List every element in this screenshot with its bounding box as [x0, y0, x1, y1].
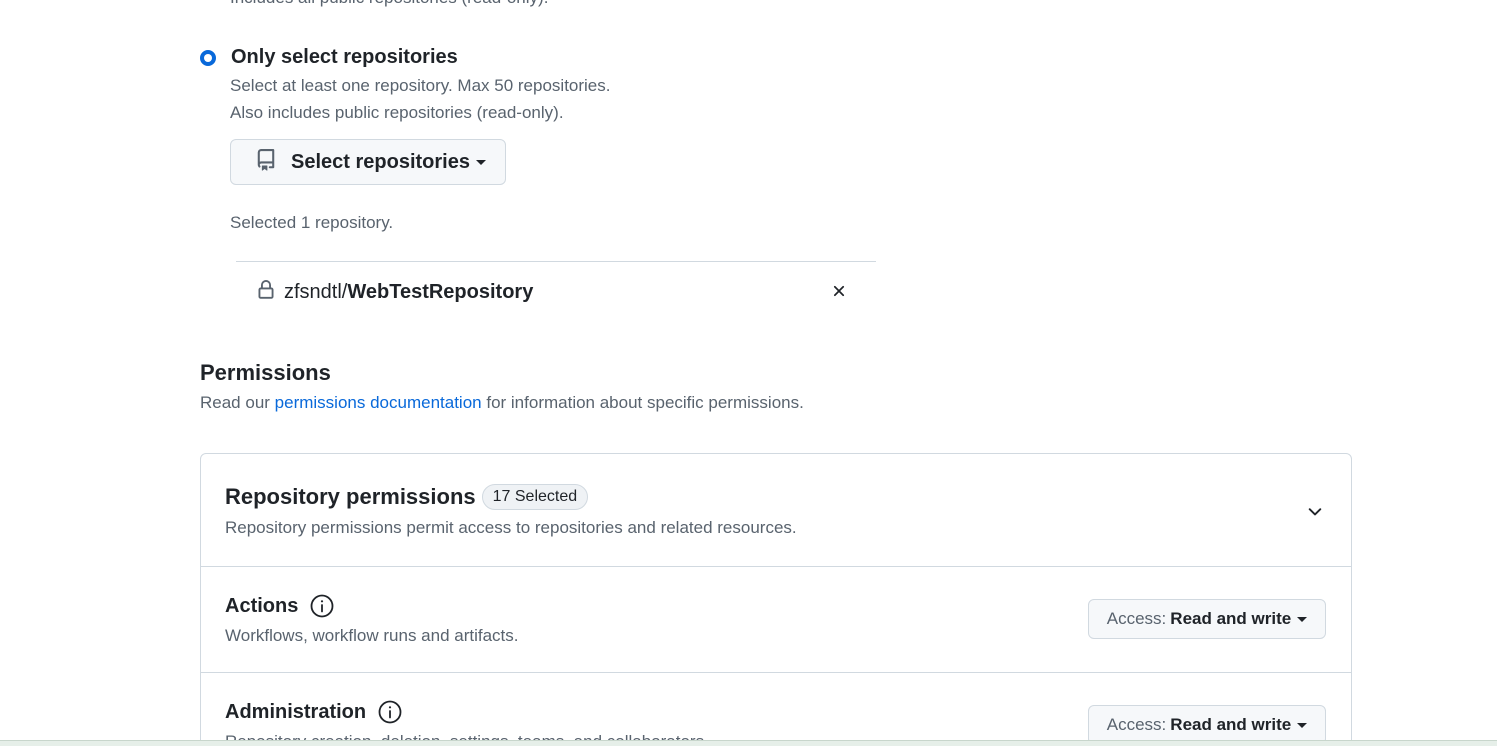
access-prefix: Access:	[1106, 715, 1167, 734]
selected-counter-badge: 17 Selected	[481, 484, 589, 510]
caret-down-icon	[1297, 616, 1308, 622]
access-value: Read and write	[1170, 609, 1292, 628]
window-bottom-edge	[0, 740, 1497, 746]
permissions-documentation-link[interactable]: permissions documentation	[275, 393, 482, 412]
select-repositories-button[interactable]: Select repositories	[230, 139, 506, 185]
remove-repo-close-icon[interactable]	[830, 282, 848, 300]
permissions-desc-suffix: for information about specific permissio…	[481, 393, 804, 412]
permissions-desc-prefix: Read our	[200, 393, 275, 412]
access-prefix: Access:	[1106, 609, 1167, 628]
access-dropdown-button[interactable]: Access: Read and write	[1088, 705, 1326, 745]
repo-icon	[255, 148, 277, 177]
lock-icon	[256, 278, 276, 307]
only-select-repos-option[interactable]: Only select repositories	[200, 46, 458, 69]
list-item: zfsndtl/WebTestRepository	[256, 278, 533, 307]
permission-name: Actions	[225, 594, 299, 617]
only-select-repos-radio[interactable]	[200, 49, 216, 66]
repository-permissions-header[interactable]: Repository permissions 17 Selected Repos…	[201, 454, 1351, 567]
permission-description: Workflows, workflow runs and artifacts.	[225, 626, 519, 645]
chevron-down-icon[interactable]	[1305, 502, 1325, 522]
repository-permissions-title: Repository permissions	[225, 484, 476, 509]
info-icon[interactable]	[378, 700, 402, 724]
caret-down-icon	[475, 159, 486, 165]
select-repositories-label: Select repositories	[291, 150, 470, 173]
option-desc-line2: Also includes public repositories (read-…	[230, 103, 564, 122]
access-value: Read and write	[1170, 715, 1292, 734]
selected-repo-list: zfsndtl/WebTestRepository	[236, 261, 876, 322]
repository-permissions-subtitle: Repository permissions permit access to …	[225, 518, 797, 537]
access-dropdown-button[interactable]: Access: Read and write	[1088, 599, 1326, 639]
permissions-description: Read our permissions documentation for i…	[200, 393, 804, 413]
info-icon[interactable]	[310, 594, 334, 618]
repo-name: WebTestRepository	[347, 281, 534, 303]
repository-permissions-title-row: Repository permissions 17 Selected	[225, 484, 589, 510]
repository-permissions-card: Repository permissions 17 Selected Repos…	[200, 453, 1352, 746]
caret-down-icon	[1297, 722, 1308, 728]
repo-full-name: zfsndtl/WebTestRepository	[284, 281, 533, 304]
permission-name-row: Administration	[225, 700, 402, 724]
repo-owner: zfsndtl/	[284, 281, 348, 303]
permissions-heading: Permissions	[200, 360, 331, 385]
page: Includes all public repositories (read-o…	[0, 0, 1497, 746]
permission-row-administration: Administration Repository creation, dele…	[201, 672, 1351, 746]
public-repos-desc-cut: Includes all public repositories (read-o…	[230, 0, 548, 8]
permission-name: Administration	[225, 700, 367, 723]
selected-count-text: Selected 1 repository.	[230, 213, 394, 232]
permission-name-row: Actions	[225, 594, 334, 618]
permission-row-actions: Actions Workflows, workflow runs and art…	[201, 566, 1351, 673]
option-desc-line1: Select at least one repository. Max 50 r…	[230, 76, 611, 95]
only-select-repos-label[interactable]: Only select repositories	[231, 46, 458, 69]
